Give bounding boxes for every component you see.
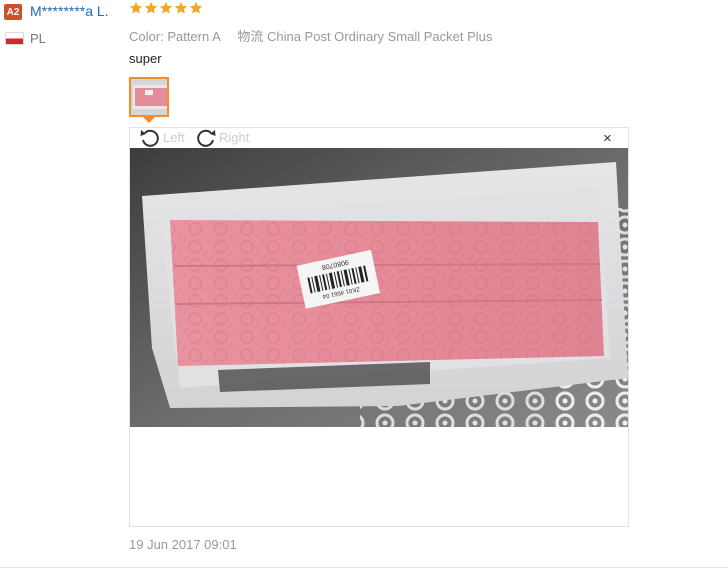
buyer-level-badge: A2 [4,4,22,20]
star-icon [144,1,158,14]
rotate-right-button[interactable]: Right [195,127,249,147]
rotate-right-label: Right [219,129,250,145]
buyer-country: PL [30,31,46,46]
shipping-value: China Post Ordinary Small Packet Plus [266,29,493,44]
review-photo: 9080708 ZK01 4561 04 [130,148,628,427]
thumbnail-image [131,79,167,115]
star-icon [159,1,173,14]
review-text: super [129,51,162,66]
buyer-name-link[interactable]: M********a L. [30,3,109,19]
rating-stars [129,1,203,15]
star-icon [129,1,143,14]
star-icon [189,1,203,14]
shipping-label: 物流 [237,29,264,44]
rotate-left-button[interactable]: Left [139,127,185,147]
color-value: Pattern A [167,29,221,44]
poland-flag-icon [5,32,24,45]
star-icon [174,1,188,14]
rotate-left-icon [140,129,159,147]
rotate-left-label: Left [163,129,185,145]
review-divider [0,567,728,568]
rotate-right-icon [197,129,216,147]
thumbnail-pointer [143,117,155,123]
color-label: Color: [129,29,164,44]
product-photo: 9080708 ZK01 4561 04 [130,148,628,427]
review-photo-thumbnail[interactable] [129,77,169,117]
close-viewer-button[interactable]: × [603,130,612,147]
review-date: 19 Jun 2017 09:01 [129,537,237,552]
order-info: Color: Pattern A 物流 China Post Ordinary … [129,26,492,45]
